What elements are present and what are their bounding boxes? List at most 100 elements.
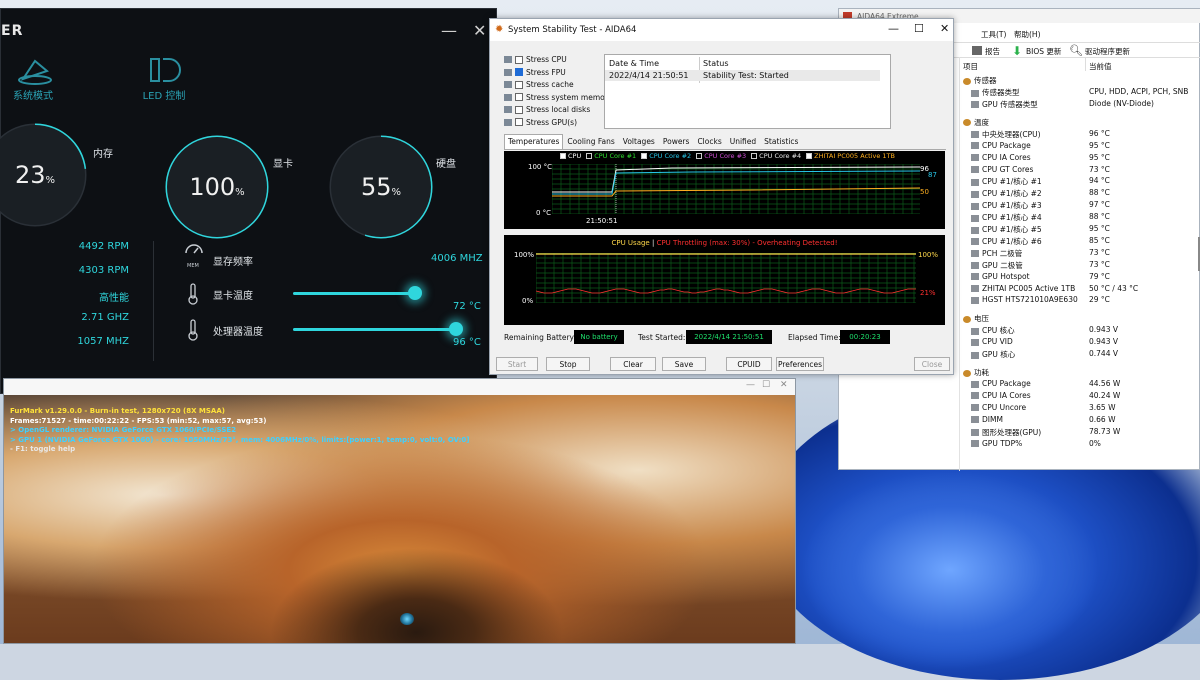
stress-option[interactable]: Stress local disks — [504, 105, 590, 114]
temp-right-value-ssd: 50 — [920, 188, 929, 196]
minimize-button[interactable]: — — [441, 21, 457, 40]
group-name: 功耗 — [974, 368, 989, 377]
app-logo: ER — [1, 23, 24, 39]
tab-unified[interactable]: Unified — [726, 134, 760, 149]
temp-y-min: 0 °C — [536, 209, 552, 217]
tab-voltages[interactable]: Voltages — [619, 134, 659, 149]
vram-freq-label: 显存频率 — [213, 257, 253, 268]
sensor-row[interactable]: CPU Uncore 3.65 W — [839, 403, 1200, 415]
stress-option[interactable]: Stress GPU(s) — [504, 118, 577, 127]
close-dialog-button[interactable]: Close — [914, 357, 950, 371]
sensor-row[interactable]: GPU TDP% 0% — [839, 439, 1200, 451]
disk-gauge: 55% — [331, 137, 431, 237]
sensor-icon — [971, 166, 979, 173]
log-row[interactable]: 2022/4/14 21:50:51 Stability Test: Start… — [605, 70, 880, 81]
report-button[interactable]: 报告 — [985, 46, 1000, 57]
legend-label: CPU Core #2 — [649, 152, 692, 160]
sensor-icon — [971, 392, 979, 400]
col-header-item[interactable]: 项目 — [963, 61, 978, 72]
overlay-line: > OpenGL renderer: NVIDIA GeForce GTX 10… — [10, 426, 237, 434]
stress-option[interactable]: Stress CPU — [504, 55, 567, 64]
device-icon — [504, 81, 512, 88]
legend-checkbox[interactable] — [696, 153, 703, 159]
cpu-temp-value: 96 °C — [453, 337, 481, 348]
legend-item[interactable]: ZHITAI PC005 Active 1TB — [806, 152, 895, 160]
legend-checkbox[interactable] — [751, 153, 758, 159]
legend-item[interactable]: CPU Core #4 — [751, 152, 801, 160]
stress-option[interactable]: Stress FPU — [504, 68, 566, 77]
legend-checkbox[interactable] — [641, 153, 648, 159]
sensor-row[interactable]: CPU Package 44.56 W — [839, 379, 1200, 391]
legend-checkbox[interactable] — [586, 153, 593, 159]
sensor-icon — [971, 273, 979, 281]
bios-update-button[interactable]: BIOS 更新 — [1026, 46, 1061, 57]
legend-checkbox[interactable] — [560, 153, 566, 159]
minimize-button[interactable]: — — [888, 22, 899, 35]
checkbox[interactable] — [515, 105, 523, 114]
legend-checkbox[interactable] — [806, 153, 813, 159]
title-bar: ✹ System Stability Test - AIDA64 — ☐ ✕ — [490, 19, 953, 41]
legend-item[interactable]: CPU Core #1 — [586, 152, 636, 160]
sensor-icon — [971, 338, 979, 346]
sensor-name: CPU #1/核心 #3 — [982, 201, 1042, 211]
gpu-temp-label: 显卡温度 — [213, 291, 253, 302]
start-button[interactable]: Start — [496, 357, 538, 371]
tab-temperatures[interactable]: Temperatures — [504, 134, 564, 149]
legend-item[interactable]: CPU Core #2 — [641, 152, 691, 160]
legend-label: CPU Core #1 — [594, 152, 637, 160]
chart-tabs: Temperatures Cooling Fans Voltages Powers Cl… — [504, 134, 802, 149]
close-button[interactable]: ✕ — [473, 21, 486, 40]
stress-option-label: Stress local disks — [526, 105, 591, 114]
cpuid-button[interactable]: CPUID — [726, 357, 772, 371]
cpu-temp-bar — [293, 328, 456, 331]
gpu-gauge-value: 100% — [189, 173, 245, 201]
sensor-icon — [971, 131, 979, 139]
clear-button[interactable]: Clear — [610, 357, 656, 371]
maximize-button[interactable]: ☐ — [914, 22, 924, 35]
minimize-button[interactable]: — — [746, 380, 755, 390]
sensor-row[interactable]: 图形处理器(GPU) 78.73 W — [839, 427, 1200, 439]
divider — [153, 241, 154, 361]
tab-led-control[interactable]: LED 控制 — [129, 87, 199, 102]
sensor-icon — [971, 404, 979, 412]
legend-item[interactable]: CPU Core #3 — [696, 152, 746, 160]
preferences-button[interactable]: Preferences — [776, 357, 824, 371]
driver-update-button[interactable]: 驱动程序更新 — [1085, 46, 1130, 57]
tab-statistics[interactable]: Statistics — [760, 134, 802, 149]
memory-gauge-label: 内存 — [93, 149, 113, 160]
sensor-value: 78.73 W — [1089, 426, 1121, 436]
sensor-icon — [971, 101, 979, 109]
checkbox[interactable] — [515, 118, 523, 126]
stop-button[interactable]: Stop — [546, 357, 590, 371]
sensor-row[interactable]: CPU IA Cores 40.24 W — [839, 391, 1200, 403]
col-header-value[interactable]: 当前值 — [1089, 61, 1112, 72]
cpu-usage-chart: CPU Usage | CPU Throttling (max: 30%) - … — [504, 235, 945, 325]
stress-option[interactable]: Stress cache — [504, 80, 574, 89]
sensor-value: 95 °C — [1089, 140, 1110, 150]
stress-option[interactable]: Stress system memory — [504, 93, 612, 102]
checkbox[interactable] — [515, 68, 523, 76]
checkbox[interactable] — [515, 93, 523, 101]
tab-cooling-fans[interactable]: Cooling Fans — [563, 134, 618, 149]
sensor-value: Diode (NV-Diode) — [1089, 98, 1154, 108]
tab-system-mode[interactable]: 系统模式 — [1, 87, 65, 102]
close-button[interactable]: ✕ — [940, 22, 949, 35]
tab-powers[interactable]: Powers — [659, 134, 694, 149]
group-icon — [963, 369, 971, 377]
search-icon: 🔍︎ — [1069, 44, 1083, 57]
checkbox[interactable] — [515, 80, 523, 89]
sensor-row[interactable]: DIMM 0.66 W — [839, 415, 1200, 427]
maximize-button[interactable]: ☐ — [762, 380, 770, 390]
close-button[interactable]: ✕ — [780, 380, 788, 390]
sensor-value: 88 °C — [1089, 212, 1110, 222]
power-mode: 高性能 — [99, 293, 129, 304]
save-button[interactable]: Save — [662, 357, 706, 371]
sensor-name: CPU #1/核心 #5 — [982, 225, 1042, 234]
tab-clocks[interactable]: Clocks — [693, 134, 725, 149]
sensor-value: 94 °C — [1089, 176, 1110, 186]
checkbox[interactable] — [515, 55, 523, 64]
menu-help[interactable]: 帮助(H) — [1014, 29, 1041, 40]
legend-item[interactable]: CPU — [560, 152, 581, 160]
device-icon — [504, 118, 512, 126]
menu-tools[interactable]: 工具(T) — [981, 29, 1006, 40]
